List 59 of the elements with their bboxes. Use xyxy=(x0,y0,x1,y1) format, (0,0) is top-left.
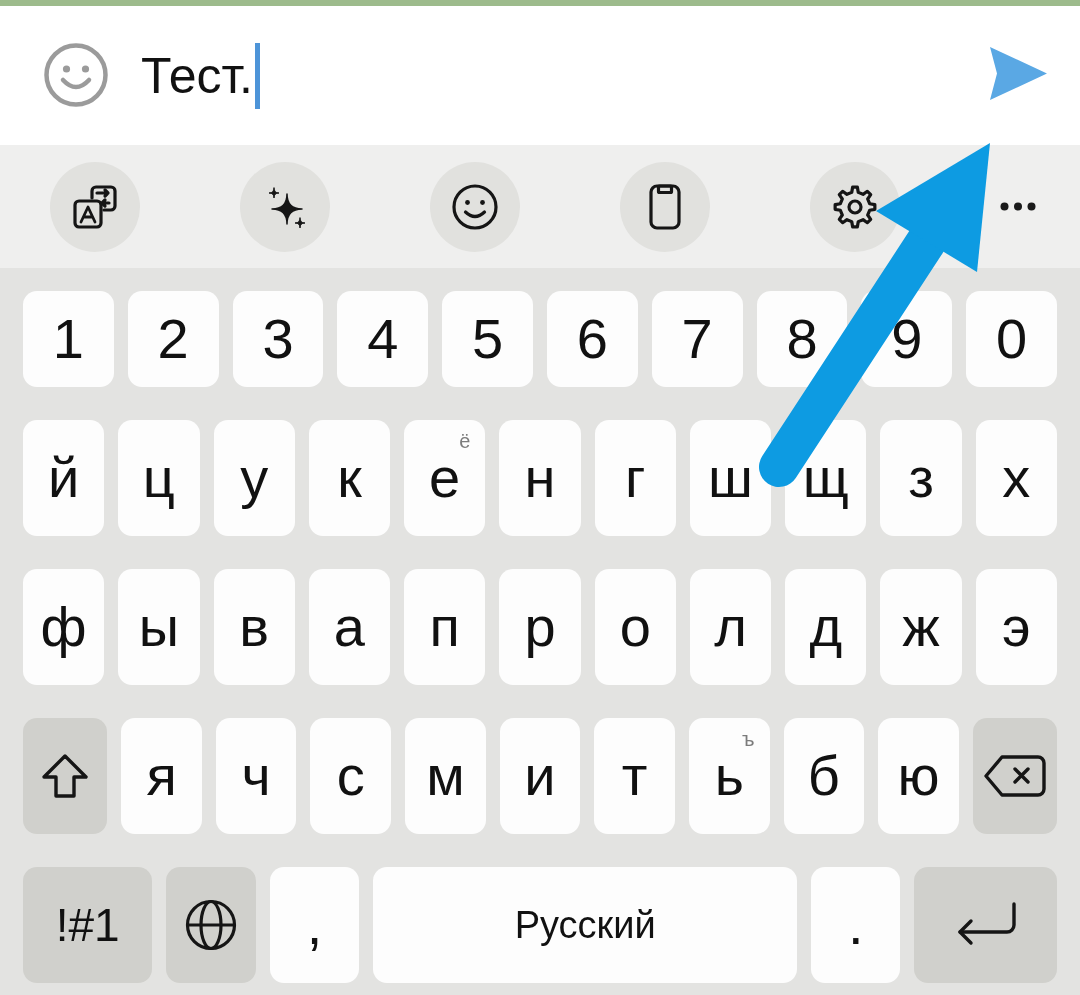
character-key[interactable]: л xyxy=(689,569,772,685)
character-key[interactable]: 5 xyxy=(442,291,533,387)
smiley-icon[interactable] xyxy=(430,161,520,252)
character-key[interactable]: ы xyxy=(118,569,200,685)
character-key[interactable]: у xyxy=(213,420,295,536)
enter-key[interactable] xyxy=(914,867,1057,983)
space-key[interactable]: Русский xyxy=(373,867,797,983)
character-key[interactable]: м xyxy=(405,718,486,834)
character-key[interactable]: 1 xyxy=(23,291,114,387)
message-field[interactable]: Тест. xyxy=(141,35,990,116)
character-key[interactable]: р xyxy=(499,569,581,685)
character-key[interactable]: й xyxy=(23,420,105,536)
backspace-icon xyxy=(982,754,1047,798)
character-key[interactable]: н xyxy=(499,420,581,536)
character-key[interactable]: д xyxy=(785,569,867,685)
character-key[interactable]: я xyxy=(121,718,202,834)
character-key[interactable]: ю xyxy=(878,718,959,834)
character-key[interactable]: 6 xyxy=(547,291,638,387)
character-key[interactable]: з xyxy=(880,420,962,536)
send-icon[interactable] xyxy=(990,47,1047,100)
shift-arrow-icon xyxy=(41,753,90,799)
key-hint: ъ xyxy=(742,729,755,749)
character-key[interactable]: с xyxy=(310,718,392,834)
character-key[interactable]: в xyxy=(213,569,295,685)
character-key[interactable]: о xyxy=(594,569,676,685)
character-key[interactable]: 7 xyxy=(651,291,743,387)
character-key[interactable]: э xyxy=(975,569,1057,685)
character-key[interactable]: ч xyxy=(215,718,297,834)
symbols-key[interactable]: !#1 xyxy=(23,867,153,983)
settings-icon[interactable] xyxy=(810,161,900,252)
character-key[interactable]: 2 xyxy=(127,291,219,387)
character-key[interactable]: 3 xyxy=(232,291,324,387)
character-key[interactable]: 4 xyxy=(337,291,429,387)
character-key[interactable]: г xyxy=(594,420,676,536)
character-key[interactable]: 0 xyxy=(966,291,1057,387)
character-key[interactable]: п xyxy=(404,569,486,685)
clipboard-icon[interactable] xyxy=(620,161,710,252)
character-key[interactable]: х xyxy=(975,420,1057,536)
character-key[interactable]: ш xyxy=(689,420,772,536)
character-key[interactable]: т xyxy=(594,718,675,834)
character-key[interactable]: к xyxy=(308,420,391,536)
sparkle-icon[interactable] xyxy=(240,161,330,252)
character-key[interactable]: б xyxy=(783,718,865,834)
backspace-key[interactable] xyxy=(972,718,1057,834)
character-key[interactable]: е ё xyxy=(404,420,486,536)
character-key[interactable]: ь ъ xyxy=(688,718,770,834)
language-key[interactable] xyxy=(166,867,256,983)
character-key[interactable]: . xyxy=(810,867,901,983)
character-key[interactable]: ц xyxy=(118,420,200,536)
character-key[interactable]: , xyxy=(269,867,360,983)
key-hint: ё xyxy=(459,431,471,451)
character-key[interactable]: ф xyxy=(23,569,105,685)
character-key[interactable]: и xyxy=(499,718,581,834)
more-icon[interactable] xyxy=(1000,202,1036,211)
character-key[interactable]: ж xyxy=(880,569,962,685)
globe-icon xyxy=(185,899,238,951)
shift-key[interactable] xyxy=(23,718,108,834)
character-key[interactable]: а xyxy=(308,569,391,685)
translate-icon[interactable] xyxy=(50,161,140,252)
